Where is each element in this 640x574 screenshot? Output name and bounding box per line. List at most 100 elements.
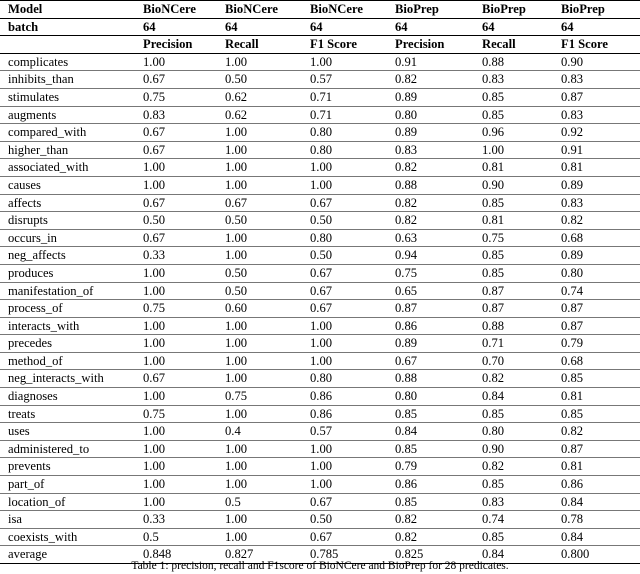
table-header-row-value: 64 xyxy=(140,18,222,37)
table-header-row-label: batch xyxy=(0,18,140,37)
table-row-value: 0.50 xyxy=(140,211,222,230)
table-row-value: 0.83 xyxy=(392,141,479,160)
table-row-value: 1.00 xyxy=(140,334,222,353)
table-row-value: 0.88 xyxy=(479,317,558,336)
table-row: affects 0.67 0.67 0.67 0.82 0.85 0.83 xyxy=(0,194,640,213)
table-row: manifestation_of 1.00 0.50 0.67 0.65 0.87 0.74 xyxy=(0,282,640,301)
table-row-value: 0.50 xyxy=(307,211,392,230)
table-row-label: disrupts xyxy=(0,211,140,230)
table-row-value: 0.50 xyxy=(222,264,307,283)
table-header-row-value: 64 xyxy=(392,18,479,37)
table-row-value: 1.00 xyxy=(140,282,222,301)
table-row-label: diagnoses xyxy=(0,387,140,406)
table-caption: Table 1: precision, recall and F1score o… xyxy=(131,560,509,572)
table-row-label: uses xyxy=(0,422,140,441)
table-header-row-value: F1 Score xyxy=(558,35,640,54)
table-row-value: 1.00 xyxy=(307,334,392,353)
table-row-value: 0.84 xyxy=(479,387,558,406)
table-row-label: associated_with xyxy=(0,158,140,177)
table-row: augments 0.83 0.62 0.71 0.80 0.85 0.83 xyxy=(0,106,640,125)
table-row-value: 1.00 xyxy=(140,422,222,441)
table-row-value: 0.82 xyxy=(479,457,558,477)
table-row-value: 1.00 xyxy=(140,387,222,406)
table-row-value: 0.83 xyxy=(558,194,640,213)
table-row-value: 0.80 xyxy=(307,141,392,160)
table-row: stimulates 0.75 0.62 0.71 0.89 0.85 0.87 xyxy=(0,88,640,107)
table-row-value: 0.81 xyxy=(558,158,640,177)
table-row-value: 1.00 xyxy=(222,176,307,195)
table-row-value: 0.81 xyxy=(479,211,558,230)
table-row-label: method_of xyxy=(0,352,140,371)
table-row: compared_with 0.67 1.00 0.80 0.89 0.96 0.92 xyxy=(0,123,640,142)
table-row-value: 0.75 xyxy=(140,405,222,424)
table-row-value: 0.67 xyxy=(222,194,307,213)
table-row-value: 0.82 xyxy=(479,369,558,389)
results-table: Model BioNCere BioNCere BioNCere BioPrep BioP… xyxy=(0,0,640,564)
table-row-value: 0.88 xyxy=(392,369,479,389)
table-row-value: 0.50 xyxy=(222,282,307,301)
table-row-value: 0.82 xyxy=(558,422,640,441)
table-row-value: 1.00 xyxy=(222,317,307,336)
table-row-value: 0.87 xyxy=(479,282,558,301)
table-row-value: 0.75 xyxy=(140,299,222,318)
table-row-value: 0.87 xyxy=(558,299,640,318)
table-row: diagnoses 1.00 0.75 0.86 0.80 0.84 0.81 xyxy=(0,387,640,406)
table-row: occurs_in 0.67 1.00 0.80 0.63 0.75 0.68 xyxy=(0,229,640,248)
table-row-label: causes xyxy=(0,176,140,195)
table-row-value: 0.80 xyxy=(307,369,392,389)
table-row-label: occurs_in xyxy=(0,229,140,248)
table-row-value: 0.87 xyxy=(479,299,558,318)
table-row-value: 0.74 xyxy=(558,282,640,301)
table-row: neg_affects 0.33 1.00 0.50 0.94 0.85 0.89 xyxy=(0,246,640,265)
table-row-label: neg_affects xyxy=(0,246,140,265)
table-row-label: interacts_with xyxy=(0,317,140,336)
table-row-value: 0.87 xyxy=(392,299,479,318)
table-row-value: 1.00 xyxy=(479,141,558,160)
table-row-value: 1.00 xyxy=(140,264,222,283)
table-row: isa 0.33 1.00 0.50 0.82 0.74 0.78 xyxy=(0,510,640,529)
table-row-value: 0.50 xyxy=(222,70,307,89)
table-row-label: affects xyxy=(0,194,140,213)
table-row-value: 0.84 xyxy=(558,528,640,547)
table-row-value: 0.89 xyxy=(392,88,479,107)
table-row: interacts_with 1.00 1.00 1.00 0.86 0.88 0.87 xyxy=(0,317,640,336)
table-row-value: 0.88 xyxy=(392,176,479,195)
table-row-value: 0.75 xyxy=(140,88,222,107)
table-row: treats 0.75 1.00 0.86 0.85 0.85 0.85 xyxy=(0,405,640,424)
table-row-value: 0.87 xyxy=(558,440,640,459)
table-header-row-value: BioPrep xyxy=(479,0,558,19)
table-row-value: 0.67 xyxy=(307,299,392,318)
table-row-value: 1.00 xyxy=(222,123,307,142)
table-row-value: 0.85 xyxy=(392,405,479,424)
table-row-value: 1.00 xyxy=(307,440,392,459)
table-row-value: 1.00 xyxy=(222,369,307,389)
table-row-value: 1.00 xyxy=(222,229,307,248)
table-row-value: 0.33 xyxy=(140,510,222,529)
table-row: precedes 1.00 1.00 1.00 0.89 0.71 0.79 xyxy=(0,334,640,353)
table-row-value: 0.85 xyxy=(558,369,640,389)
table-row-label: produces xyxy=(0,264,140,283)
table-header-row-label: Model xyxy=(0,0,140,19)
table-row-value: 1.00 xyxy=(222,334,307,353)
table-row-value: 0.33 xyxy=(140,246,222,265)
table-row-label: stimulates xyxy=(0,88,140,107)
table-row-value: 0.70 xyxy=(479,352,558,371)
table-header-row: Model BioNCere BioNCere BioNCere BioPrep BioP… xyxy=(0,0,640,19)
table-row-value: 1.00 xyxy=(307,317,392,336)
table-row-value: 0.67 xyxy=(140,141,222,160)
table-row-value: 0.67 xyxy=(307,528,392,547)
table-header-row-value: Precision xyxy=(140,35,222,54)
table-row-label: administered_to xyxy=(0,440,140,459)
table-row-value: 0.5 xyxy=(222,493,307,512)
table-row-value: 1.00 xyxy=(222,141,307,160)
table-header-row-value: 64 xyxy=(222,18,307,37)
table-row: prevents 1.00 1.00 1.00 0.79 0.82 0.81 xyxy=(0,457,640,477)
table-row-value: 0.94 xyxy=(392,246,479,265)
table-header-row-value: BioNCere xyxy=(307,0,392,19)
table-row: associated_with 1.00 1.00 1.00 0.82 0.81 0.81 xyxy=(0,158,640,177)
table-row-value: 0.67 xyxy=(140,229,222,248)
table-header-row-value: BioNCere xyxy=(222,0,307,19)
table-row-value: 0.68 xyxy=(558,352,640,371)
table-row-value: 0.75 xyxy=(392,264,479,283)
table-row-value: 0.84 xyxy=(392,422,479,441)
